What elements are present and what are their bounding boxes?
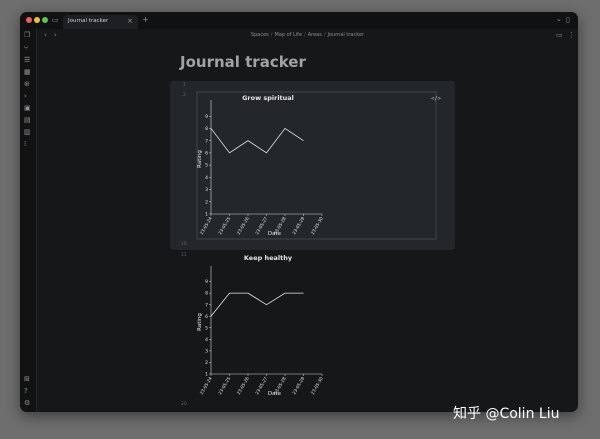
x-tick-label: 23-05-29 <box>291 216 306 236</box>
y-tick-label: 4 <box>205 175 208 181</box>
x-tick-label: 23-05-25 <box>217 376 232 396</box>
series-line <box>210 292 304 317</box>
y-tick-label: 5 <box>205 325 208 331</box>
charts-canvas: </>Grow spiritual12345678923-05-24 23-05-… <box>196 91 442 397</box>
app-window: ▭ Journal tracker × + ⌄ ▯ ❐ ⑂ ☰ ▦ ⊛ › ▣ … <box>20 12 578 412</box>
y-tick-label: 2 <box>205 199 208 205</box>
x-axis-label: Date <box>268 391 282 397</box>
chart-title: Keep healthy <box>244 254 293 262</box>
y-axis-label: Rating <box>197 150 203 168</box>
x-tick-label: 23-05-24 <box>199 216 214 236</box>
y-tick-label: 4 <box>205 337 208 343</box>
y-tick-label: 7 <box>205 302 208 308</box>
x-tick-label: 23-05-30 <box>310 376 325 396</box>
x-tick-label: 23-05-25 <box>217 216 232 236</box>
chart-title: Grow spiritual <box>242 94 294 102</box>
y-tick-label: 8 <box>205 291 208 297</box>
y-tick-label: 1 <box>205 372 208 378</box>
series-line <box>210 127 304 154</box>
y-tick-label: 2 <box>205 360 208 366</box>
y-tick-label: 6 <box>205 314 208 320</box>
watermark: 知乎 @Colin Liu <box>453 406 560 422</box>
x-axis-label: Date <box>268 231 282 237</box>
x-tick-label: 23-05-30 <box>310 216 325 236</box>
x-tick-label: 23-05-29 <box>291 376 306 396</box>
y-tick-label: 8 <box>205 126 208 132</box>
plot-frame <box>196 91 437 240</box>
y-axis-label: Rating <box>197 313 203 331</box>
y-tick-label: 3 <box>205 348 208 354</box>
y-tick-label: 7 <box>205 138 208 144</box>
x-tick-label: 23-05-26 <box>236 216 251 236</box>
y-tick-label: 9 <box>205 114 208 120</box>
chart-0: </>Grow spiritual12345678923-05-24 23-05-… <box>196 91 442 240</box>
y-tick-label: 5 <box>205 163 208 169</box>
x-tick-label: 23-05-24 <box>199 376 214 396</box>
x-tick-label: 23-05-26 <box>236 376 251 396</box>
y-tick-label: 1 <box>205 212 208 218</box>
y-tick-label: 6 <box>205 150 208 156</box>
code-toggle-icon[interactable]: </> <box>431 96 442 102</box>
chart-1: Keep healthy 1 2 3 4 5 6 7 8 9 23-05-24 23-05-25 23-… <box>197 254 325 397</box>
y-tick-label: 9 <box>205 279 208 285</box>
y-tick-label: 3 <box>205 187 208 193</box>
